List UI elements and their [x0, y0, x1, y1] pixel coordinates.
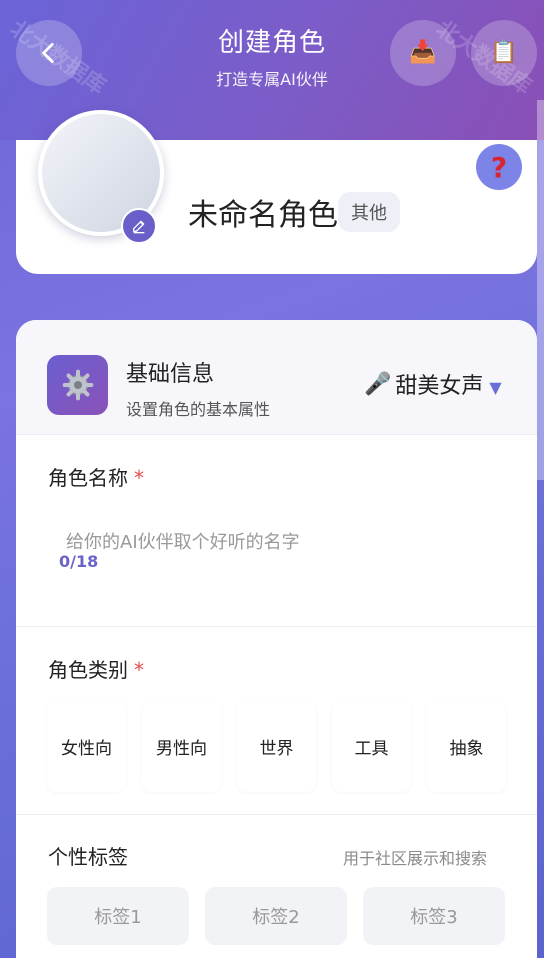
name-label: 角色名称 *: [48, 462, 144, 491]
page-subtitle: 打造专属AI伙伴: [216, 70, 328, 89]
avatar-edit-button[interactable]: [121, 208, 157, 244]
question-mark-icon: ?: [490, 150, 508, 184]
section-subtitle: 设置角色的基本属性: [126, 400, 271, 419]
import-button[interactable]: 📥: [390, 20, 456, 86]
section-icon-tile: [47, 355, 108, 415]
category-label: 角色类别 *: [48, 654, 144, 683]
pencil-icon: [133, 220, 145, 234]
tag-chip[interactable]: 标签2: [205, 887, 347, 945]
tag-chip[interactable]: 标签3: [363, 887, 505, 945]
tags-label: 个性标签: [48, 845, 128, 869]
category-label-text: 角色类别: [48, 658, 128, 682]
required-mark: *: [134, 466, 144, 490]
tag-chip[interactable]: 标签1: [47, 887, 189, 945]
tag-list: 标签1 标签2 标签3: [47, 887, 505, 945]
category-option-world[interactable]: 世界: [237, 700, 316, 792]
category-badge: 其他: [338, 192, 400, 232]
voice-select[interactable]: 🎤 甜美女声 ▼: [364, 368, 502, 400]
gear-icon: [62, 369, 93, 401]
name-counter: 0/18: [48, 549, 110, 573]
voice-value: 甜美女声: [395, 374, 484, 399]
section-title: 基础信息: [126, 362, 215, 387]
name-label-text: 角色名称: [48, 466, 128, 490]
divider: [16, 814, 537, 815]
category-option-tool[interactable]: 工具: [332, 700, 411, 792]
category-option-male[interactable]: 男性向: [142, 700, 221, 792]
microphone-icon: 🎤: [364, 371, 392, 397]
required-mark: *: [134, 658, 144, 682]
clipboard-button[interactable]: 📋: [471, 20, 537, 86]
category-option-female[interactable]: 女性向: [47, 700, 126, 792]
page-title: 创建角色: [217, 28, 326, 58]
inbox-tray-icon: 📥: [409, 40, 437, 65]
scroll-indicator: [537, 100, 544, 480]
tags-hint: 用于社区展示和搜索: [343, 849, 488, 868]
category-option-abstract[interactable]: 抽象: [427, 700, 506, 792]
category-options: 女性向 男性向 世界 工具 抽象: [47, 700, 506, 792]
character-name: 未命名角色: [188, 198, 338, 233]
help-button[interactable]: ?: [476, 144, 522, 190]
name-input[interactable]: [48, 524, 508, 560]
divider: [16, 626, 537, 627]
caret-down-icon: ▼: [489, 377, 502, 397]
clipboard-icon: 📋: [490, 40, 518, 65]
